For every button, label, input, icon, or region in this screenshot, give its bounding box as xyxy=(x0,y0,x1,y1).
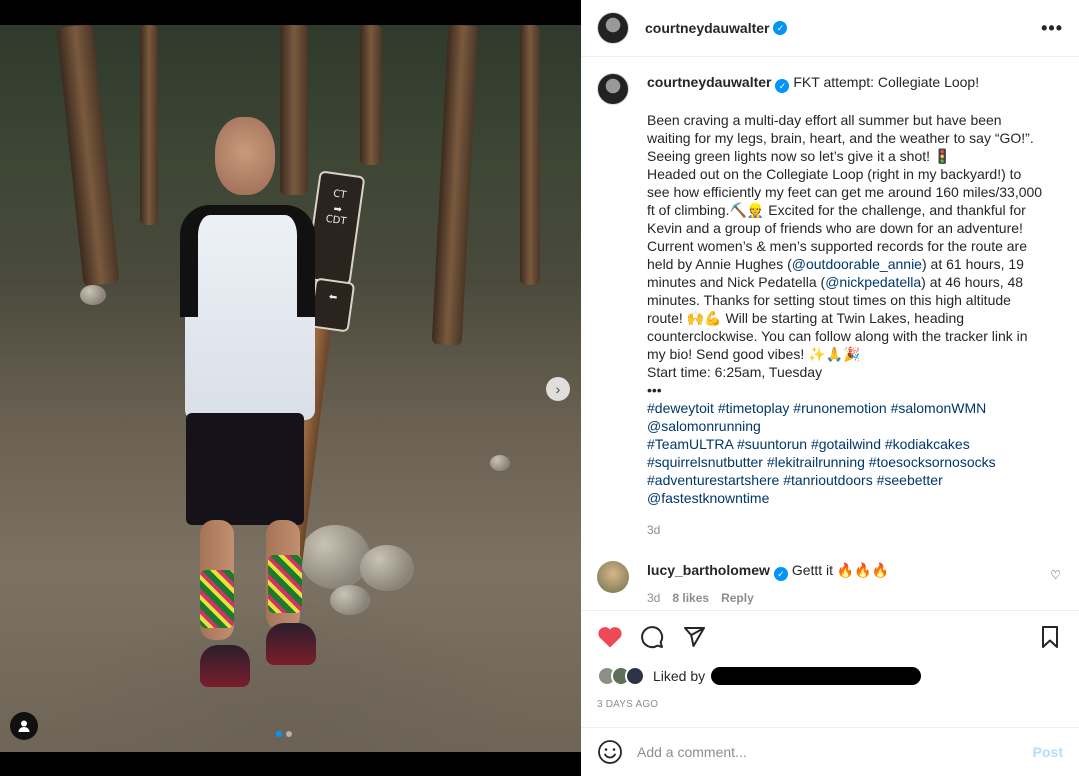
sock xyxy=(268,555,302,613)
rock xyxy=(360,545,414,591)
carousel-dot xyxy=(286,731,292,737)
comment-text: Gettt it 🔥🔥🔥 xyxy=(791,562,890,578)
bookmark-icon xyxy=(1042,626,1058,648)
liker-avatars[interactable] xyxy=(597,666,645,686)
caption-paragraph: Been craving a multi-day effort all summ… xyxy=(647,112,1038,164)
comment-likes[interactable]: 8 likes xyxy=(672,589,709,607)
rock xyxy=(300,525,370,589)
hashtags-line[interactable]: #deweytoit #timetoplay #runonemotion #sa… xyxy=(647,399,1047,417)
liked-by-label: Liked by xyxy=(653,668,706,684)
person-shorts xyxy=(186,413,304,525)
comment-bubble-icon xyxy=(641,626,664,649)
like-button[interactable] xyxy=(597,624,623,650)
post-panel: courtneydauwalter ✓ ••• courtneydauwalte… xyxy=(581,0,1079,776)
comment-meta: 3d 8 likes Reply xyxy=(647,589,889,607)
caption-username[interactable]: courtneydauwalter xyxy=(647,74,771,90)
tree-trunk xyxy=(140,25,158,225)
caption-paragraph: Headed out on the Collegiate Loop (right… xyxy=(647,166,1046,362)
trail-sign-lower: ⬅ xyxy=(308,277,356,333)
tagged-user-button[interactable] xyxy=(10,712,38,740)
save-button[interactable] xyxy=(1037,624,1063,650)
person-head xyxy=(215,117,275,195)
rock xyxy=(490,455,510,471)
hashtags-line[interactable]: @salomonrunning xyxy=(647,417,1047,435)
hashtags-line[interactable]: @fastestknowntime xyxy=(647,489,1047,507)
comment-username[interactable]: lucy_bartholomew xyxy=(647,562,770,578)
hashtags-line[interactable]: #adventurestartshere #tanrioutdoors #see… xyxy=(647,471,1047,489)
liked-by: Liked by xyxy=(597,663,1063,689)
running-vest xyxy=(180,205,315,317)
like-comment-heart-icon[interactable]: ♡ xyxy=(1050,568,1061,582)
redacted-text xyxy=(711,667,922,685)
caption-age: 3d xyxy=(647,523,661,537)
emoji-icon[interactable] xyxy=(597,739,623,765)
comment-input[interactable] xyxy=(637,744,1033,760)
carousel-dot xyxy=(276,731,282,737)
post-comment-button[interactable]: Post xyxy=(1033,744,1063,760)
avatar[interactable] xyxy=(597,561,629,593)
user-icon xyxy=(18,720,30,732)
caption: courtneydauwalter ✓ FKT attempt: Collegia… xyxy=(597,73,1063,539)
post-photo[interactable]: CT ➡ CDT ⬅ xyxy=(0,25,581,752)
rock xyxy=(330,585,370,615)
share-button[interactable] xyxy=(681,624,707,650)
reply-button[interactable]: Reply xyxy=(721,589,754,607)
tree-trunk xyxy=(360,25,382,165)
next-image-button[interactable]: › xyxy=(546,377,570,401)
hashtags-line[interactable]: #TeamULTRA #suuntorun #gotailwind #kodia… xyxy=(647,435,1047,453)
hashtags-line[interactable]: #squirrelsnutbutter #lekitrailrunning #t… xyxy=(647,453,1047,471)
caption-body: courtneydauwalter ✓ FKT attempt: Collegia… xyxy=(647,73,1047,539)
post-actions: Liked by 3 DAYS AGO xyxy=(581,610,1079,727)
author-username[interactable]: courtneydauwalter xyxy=(645,20,769,36)
tree-trunk xyxy=(280,25,308,195)
rock xyxy=(80,285,106,305)
post-timestamp: 3 DAYS AGO xyxy=(597,699,659,710)
avatar[interactable] xyxy=(597,73,629,105)
tree-trunk xyxy=(520,25,540,285)
comment-button[interactable] xyxy=(639,624,665,650)
tree-trunk xyxy=(56,25,120,287)
more-options-icon[interactable]: ••• xyxy=(1041,18,1063,39)
mention-link[interactable]: @nickpedatella xyxy=(825,274,921,290)
verified-badge-icon: ✓ xyxy=(775,79,790,93)
avatar xyxy=(625,666,645,686)
shoe xyxy=(200,645,250,687)
paper-plane-icon xyxy=(684,627,705,647)
post-media[interactable]: CT ➡ CDT ⬅ › xyxy=(0,0,581,776)
verified-badge-icon: ✓ xyxy=(773,21,788,35)
shoe xyxy=(266,623,316,665)
comment: lucy_bartholomew ✓ Gettt it 🔥🔥🔥 3d 8 like… xyxy=(597,561,1063,607)
start-time: Start time: 6:25am, Tuesday xyxy=(647,364,823,380)
heart-filled-icon xyxy=(598,627,622,648)
chevron-right-icon: › xyxy=(555,381,561,397)
caption-ellipsis: ••• xyxy=(647,382,662,398)
add-comment-bar: Post xyxy=(581,727,1079,776)
caption-title: FKT attempt: Collegiate Loop! xyxy=(793,74,980,90)
comments-section[interactable]: courtneydauwalter ✓ FKT attempt: Collegia… xyxy=(581,57,1079,610)
carousel-dots xyxy=(276,731,292,737)
avatar[interactable] xyxy=(597,12,629,44)
mention-link[interactable]: @outdoorable_annie xyxy=(792,256,922,272)
comment-age: 3d xyxy=(647,591,661,605)
tree-trunk xyxy=(431,25,479,346)
action-icons xyxy=(597,611,1063,663)
post-header: courtneydauwalter ✓ ••• xyxy=(581,0,1079,57)
sock xyxy=(200,570,234,628)
verified-badge-icon: ✓ xyxy=(773,567,788,581)
sign-text-ct: CT xyxy=(332,188,347,202)
comment-body: lucy_bartholomew ✓ Gettt it 🔥🔥🔥 3d 8 like… xyxy=(647,561,889,607)
